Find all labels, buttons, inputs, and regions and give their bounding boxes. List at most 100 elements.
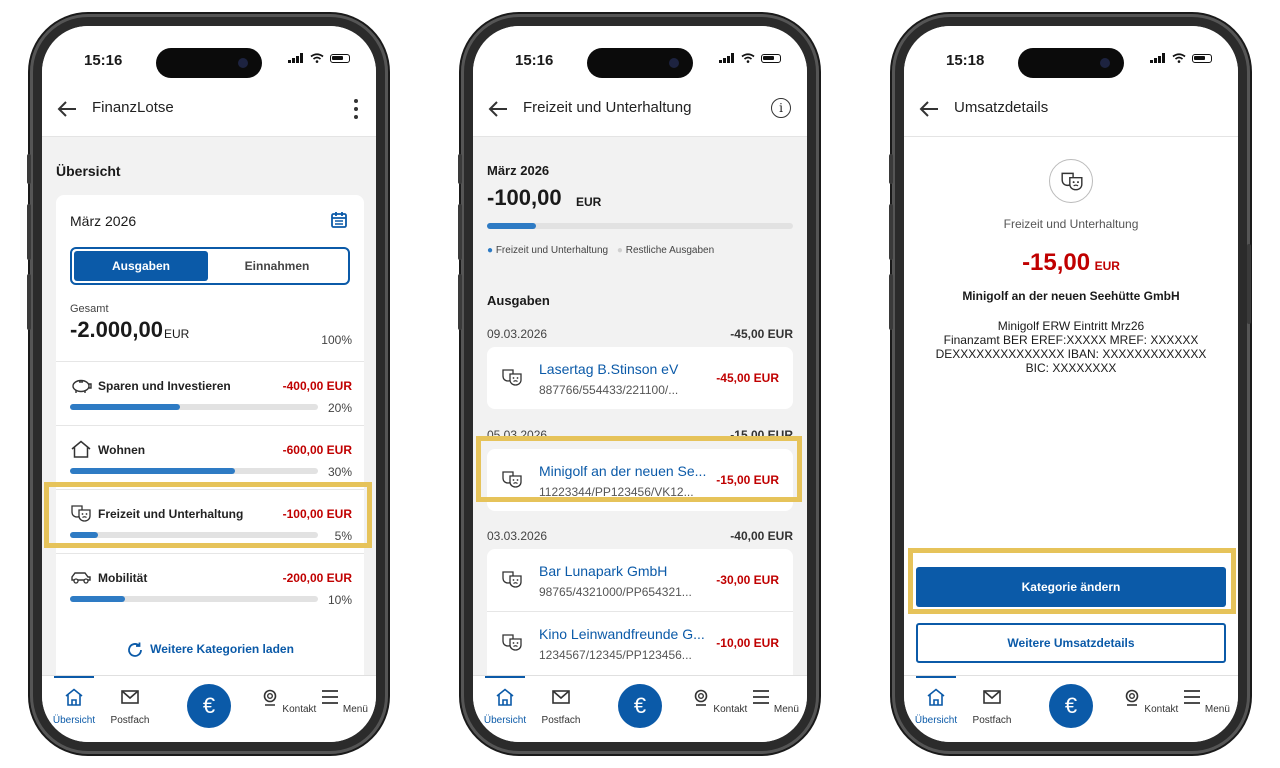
dynamic-island: [156, 48, 262, 78]
highlight-box: [476, 436, 802, 502]
purpose-line: DEXXXXXXXXXXXXXX IBAN: XXXXXXXXXXXXX: [935, 347, 1207, 361]
phone-transaction-detail: 15:18 Umsatzdetails Freizeit und Unterha…: [889, 14, 1251, 754]
home-icon: [927, 688, 945, 706]
more-options-icon[interactable]: [354, 99, 358, 119]
more-details-button[interactable]: Weitere Umsatzdetails: [916, 623, 1226, 663]
tab-ausgaben[interactable]: Ausgaben: [74, 251, 208, 281]
nav-contact[interactable]: Kontakt: [258, 688, 318, 715]
section-title: Übersicht: [56, 163, 121, 179]
euro-action-button[interactable]: €: [187, 684, 231, 728]
category-progress-bar: [70, 468, 318, 474]
nav-label: Postfach: [972, 715, 1012, 726]
category-amount: -600,00 EUR: [282, 443, 352, 457]
tab-einnahmen[interactable]: Einnahmen: [208, 251, 346, 281]
calendar-icon[interactable]: [330, 211, 348, 229]
nav-label: Kontakt: [1144, 704, 1179, 715]
hamburger-menu-icon: [1184, 690, 1201, 704]
status-icons: [288, 53, 350, 63]
category-name: Sparen und Investieren: [98, 379, 231, 393]
nav-menu[interactable]: Menü: [314, 688, 374, 715]
status-time: 15:18: [946, 52, 985, 69]
back-arrow-icon[interactable]: [918, 98, 940, 120]
category-percent: 10%: [327, 593, 352, 607]
transaction-card: Lasertag B.Stinson eV 887766/554433/2211…: [487, 347, 793, 409]
nav-mailbox[interactable]: Postfach: [531, 688, 591, 726]
back-arrow-icon[interactable]: [487, 98, 509, 120]
group-date: 09.03.2026: [487, 327, 548, 341]
signal-icon: [288, 53, 304, 63]
side-button: [1247, 244, 1251, 324]
nav-label: Menü: [1204, 704, 1230, 715]
category-row[interactable]: Mobilität -200,00 EUR 10%: [56, 553, 364, 618]
side-button: [889, 204, 893, 260]
nav-label: Übersicht: [52, 715, 96, 726]
home-icon: [65, 688, 83, 706]
transaction-row[interactable]: Lasertag B.Stinson eV 887766/554433/2211…: [487, 347, 793, 409]
nav-contact[interactable]: Kontakt: [689, 688, 749, 715]
category-row[interactable]: Wohnen -600,00 EUR 30%: [56, 425, 364, 490]
nav-label: Postfach: [110, 715, 150, 726]
euro-action-button[interactable]: €: [618, 684, 662, 728]
bottom-nav: Übersicht Postfach € Kontakt Menü: [473, 675, 807, 742]
bottom-nav: Übersicht Postfach € Kontakt Menü: [42, 675, 376, 742]
nav-menu[interactable]: Menü: [1176, 688, 1236, 715]
nav-mailbox[interactable]: Postfach: [962, 688, 1022, 726]
phone-overview: 15:16 FinanzLotse Übersicht März 2026 Au…: [27, 14, 388, 754]
battery-icon: [761, 53, 781, 63]
date-group-header: 09.03.2026 -45,00 EUR: [487, 327, 793, 341]
transaction-amount: -15,00: [1022, 249, 1091, 276]
page-title: Umsatzdetails: [954, 99, 1049, 116]
wifi-icon: [741, 53, 755, 63]
amount-line: -15,00 EUR: [904, 249, 1238, 277]
house-icon: [71, 440, 91, 458]
signal-icon: [719, 53, 735, 63]
nav-mailbox[interactable]: Postfach: [100, 688, 160, 726]
transaction-reference: 887766/554433/221100/...: [539, 383, 679, 397]
category-amount: -200,00 EUR: [282, 571, 352, 585]
category-icon-circle: [1049, 159, 1093, 203]
load-more-link[interactable]: Weitere Kategorien laden: [56, 641, 364, 659]
transaction-row[interactable]: Bar Lunapark GmbH 98765/4321000/PP654321…: [487, 549, 793, 612]
status-icons: [719, 53, 781, 63]
overview-content: Übersicht März 2026 Ausgaben Einnahmen G…: [42, 137, 376, 695]
transaction-row[interactable]: Kino Leinwandfreunde G... 1234567/12345/…: [487, 612, 793, 674]
mail-icon: [121, 690, 139, 704]
nav-label: Postfach: [541, 715, 581, 726]
legend-item: Freizeit und Unterhaltung: [495, 245, 609, 256]
app-bar: Umsatzdetails: [904, 82, 1238, 137]
mail-icon: [552, 690, 570, 704]
category-share-bar: [487, 223, 793, 229]
nav-menu[interactable]: Menü: [745, 688, 805, 715]
nav-overview[interactable]: Übersicht: [475, 676, 535, 726]
transaction-name: Bar Lunapark GmbH: [539, 563, 668, 579]
nav-label: Kontakt: [713, 704, 748, 715]
info-icon[interactable]: i: [771, 98, 791, 118]
total-currency: EUR: [576, 195, 602, 209]
nav-overview[interactable]: Übersicht: [906, 676, 966, 726]
euro-action-button[interactable]: €: [1049, 684, 1093, 728]
highlight-box: [908, 548, 1236, 614]
category-percent: 30%: [327, 465, 352, 479]
theater-masks-icon: [502, 571, 522, 588]
back-arrow-icon[interactable]: [56, 98, 78, 120]
group-sum: -45,00 EUR: [730, 327, 793, 341]
category-progress-bar: [70, 404, 318, 410]
transaction-amount: -45,00 EUR: [716, 371, 779, 385]
group-date: 03.03.2026: [487, 529, 548, 543]
transaction-amount: -10,00 EUR: [716, 636, 779, 650]
nav-contact[interactable]: Kontakt: [1120, 688, 1180, 715]
side-button: [458, 274, 462, 330]
mail-icon: [983, 690, 1001, 704]
status-time: 15:16: [84, 52, 123, 69]
category-row[interactable]: Sparen und Investieren -400,00 EUR 20%: [56, 361, 364, 426]
status-bar: 15:16: [473, 26, 807, 82]
phone-screen: 15:16 Freizeit und Unterhaltung i März 2…: [473, 26, 807, 742]
month-label: März 2026: [487, 163, 550, 178]
category-name: Mobilität: [98, 571, 148, 585]
expense-income-toggle: Ausgaben Einnahmen: [70, 247, 350, 285]
transaction-name: Kino Leinwandfreunde G...: [539, 626, 705, 642]
category-label: Freizeit und Unterhaltung: [1003, 217, 1139, 231]
headset-icon: [263, 689, 276, 706]
nav-overview[interactable]: Übersicht: [44, 676, 104, 726]
refresh-icon: [128, 642, 142, 657]
